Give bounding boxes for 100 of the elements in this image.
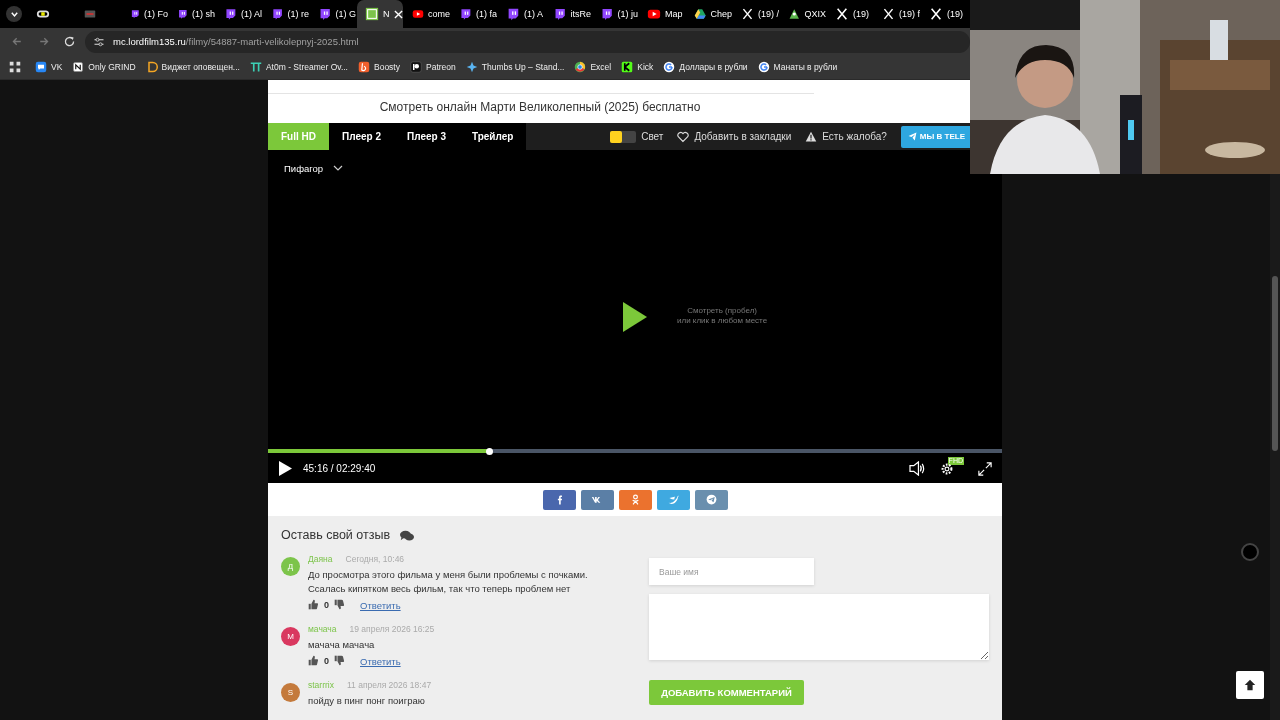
d-icon [145,61,158,73]
x-icon [882,7,895,21]
bookmark[interactable]: Boosty [358,57,400,77]
progress-bar[interactable] [268,449,1002,453]
reload-icon [62,35,76,48]
scroll-top-button[interactable] [1236,671,1264,699]
browser-tab[interactable]: N [357,0,403,28]
browser-tab[interactable]: come [404,0,450,28]
t-icon [249,61,262,73]
chat-bubble-icon [224,7,237,21]
bookmark[interactable]: Excel [574,57,612,77]
g-icon [663,61,676,73]
chat-bubble-icon [130,7,140,21]
browser-tab[interactable]: itsRe [545,0,591,28]
globe-icon [574,61,587,73]
chat-bubble-icon [318,7,332,21]
play-hint: Смотреть (пробел) или клик в любом месте [677,305,768,326]
browser-tab[interactable]: (19) / [733,0,779,28]
paper-plane-icon [907,132,917,141]
browser-tab[interactable]: (1) A [498,0,544,28]
chat-bubble-icon [553,7,567,21]
vk-button[interactable] [580,489,614,510]
complaint-link[interactable]: Есть жалоба? [805,130,887,143]
circle-icon [1241,543,1259,561]
twitter-button[interactable] [656,489,690,510]
play-button[interactable] [279,458,292,479]
avatar: Д [281,557,300,576]
bookmark[interactable]: VK [35,57,63,77]
name-field[interactable]: Ваше имя [649,558,814,585]
back-arrow-icon [10,35,24,48]
bookmark[interactable]: Доллары в рубли [663,57,748,77]
browser-tab[interactable]: Chep [686,0,732,28]
volume-button[interactable] [908,458,926,479]
comment-text: До просмотра этого фильма у меня были проблемы с почками. Ссалась кипятком весь фильм, так что теперь проблем нет [308,568,588,596]
browser-tab[interactable]: (19) [827,0,873,28]
browser-tab[interactable]: (1) Al [216,0,262,28]
bookmark[interactable]: Thumbs Up – Stand... [465,57,565,77]
bookmark[interactable]: Виджет оповещен... [145,57,240,77]
comment-text: пойду в пинг понг поиграю [308,694,426,708]
comments-title: Оставь свой отзыв [281,528,391,542]
light-toggle[interactable]: Свет [610,130,664,143]
comment-date: 19 апреля 2026 16:25 [349,624,435,634]
browser-tab[interactable]: (19) [921,0,967,28]
chat-icon [35,61,47,73]
progress-handle[interactable] [486,447,494,455]
tab-list-button[interactable] [6,6,22,22]
browser-tab[interactable]: (1) G [310,0,356,28]
light-switch[interactable] [610,130,637,143]
facebook-button[interactable] [542,489,576,510]
chat-bubble-icon [271,7,284,21]
ok-button[interactable] [618,489,652,510]
g-icon [757,61,770,73]
avatar: М [281,627,300,646]
play-button[interactable] [623,302,647,332]
bookmark[interactable]: Patreon [410,57,456,77]
browser-tab[interactable]: (19) f [874,0,920,28]
site-settings-icon [93,35,105,48]
browser-tab[interactable]: QXIX [780,0,826,28]
b-icon [358,61,370,73]
bookmark[interactable]: Kick [621,57,654,77]
telegram-button[interactable] [694,489,728,510]
avatar: S [281,683,300,702]
bookmark[interactable]: Only GRIND [72,57,136,77]
browser-tab[interactable]: (1) sh [169,0,215,28]
chat-bubble-icon [459,7,472,21]
browser-tab[interactable]: (1) fa [451,0,497,28]
url-text: mc.lordfilm135.ru/filmy/54887-marti-velikolepnyj-2025.html [113,36,359,47]
up-arrow-icon [1243,678,1257,692]
browser-tab[interactable]: (1) ju [592,0,638,28]
bookmark[interactable]: At0m - Streamer Ov... [249,57,348,77]
browser-tab[interactable]: (1) Fo [122,0,168,28]
reply-link[interactable]: Ответить [360,655,401,667]
chat-icon [400,529,415,541]
comment-field[interactable] [649,594,989,660]
scrollbar-thumb[interactable] [1272,276,1278,451]
browser-tab[interactable]: Map [639,0,685,28]
page-title: Смотреть онлайн Марти Великолепный (2025) бесплатно [379,100,701,114]
comment-text: мачача мачача [308,638,376,652]
comment-author: starrrix [308,680,334,690]
player-tab[interactable]: Плеер 2 [329,123,394,150]
player-tab[interactable]: Плеер 3 [394,123,459,150]
chat-bubble-icon [177,7,188,21]
browser-tab[interactable]: (1) re [263,0,309,28]
comment-date: Сегодня, 10:46 [345,554,405,564]
bookmark[interactable]: Манаты в рубли [757,57,838,77]
hd-icon [365,7,379,21]
bookmark-link[interactable]: Добавить в закладки [677,130,792,143]
heart-icon [677,130,690,143]
reply-link[interactable]: Ответить [360,599,401,611]
scrollbar[interactable] [1270,174,1280,720]
player-tab[interactable]: Трейлер [458,123,527,150]
telegram-logo-icon [704,493,718,506]
voice-select[interactable]: Пифагор [284,162,344,174]
comment-author: Даяна [308,554,333,564]
like-count: 0 [324,600,329,610]
warning-icon [805,130,818,143]
comment-author: мачача [308,624,337,634]
x-icon [741,7,754,21]
play-icon [412,7,424,21]
address-bar[interactable]: mc.lordfilm135.ru/filmy/54887-marti-velikolepnyj-2025.html [85,30,970,53]
